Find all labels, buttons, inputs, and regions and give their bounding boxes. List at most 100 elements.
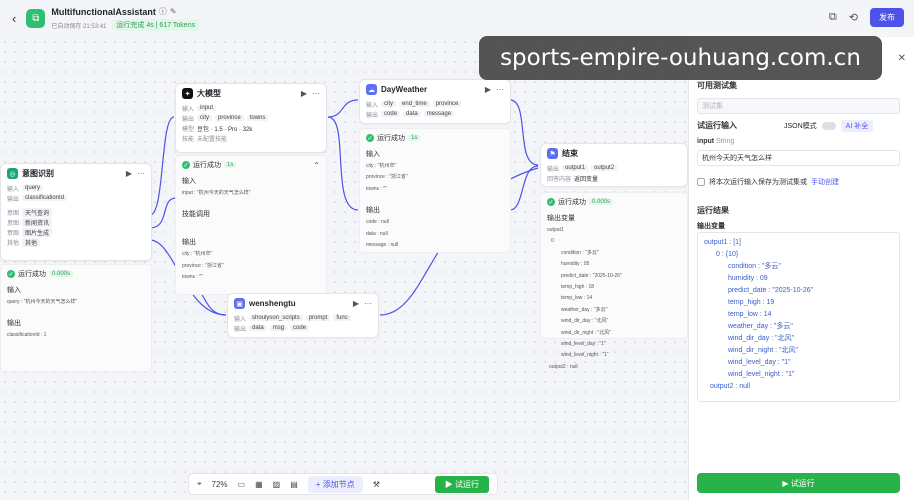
title-box: MultifunctionalAssistant ⓘ ✎ 已自动保存 21:53:4… [51, 6, 200, 31]
json-mode-toggle[interactable] [821, 122, 836, 130]
skill-title: 技能调用 [182, 211, 210, 219]
result-line: condition : "多云" [728, 263, 781, 270]
add-node-button[interactable]: + 添加节点 [307, 475, 363, 493]
pointer-icon[interactable]: ⌖ [197, 479, 202, 489]
back-icon[interactable]: ‹ [12, 11, 16, 26]
result-line: temp_low : 14 [728, 311, 772, 318]
input-label: 输入 [234, 316, 247, 323]
run-time: 1s [224, 162, 237, 168]
image-icon[interactable]: ▨ [273, 480, 281, 489]
node-title: 意图识别 [22, 169, 54, 178]
run-status: 运行成功 [558, 199, 586, 206]
more-icon[interactable]: ··· [312, 89, 320, 98]
result-line: wind_dir_night : "北风" [728, 347, 798, 354]
close-icon[interactable]: ✕ [898, 53, 906, 64]
result-line: predict_date : "2025-10-26" [728, 287, 814, 294]
output-value: weather_day : "多云" [561, 306, 608, 313]
test-run-panel: ✕ 可用测试集 测试集 试运行输入 JSON模式 AI 补全 input Str… [688, 37, 914, 500]
success-icon: ✓ [7, 270, 15, 278]
result-tree: output1 : [1] 0 : {10} condition : "多云" hum… [697, 232, 900, 402]
zoom-level[interactable]: 72% [212, 480, 228, 489]
run-time: 1s [408, 135, 421, 141]
output-value: wind_dir_night : "北风" [561, 329, 611, 336]
more-icon[interactable]: ··· [364, 299, 372, 308]
output-value: output2 : null [549, 363, 578, 370]
output-label: 输出 [547, 166, 560, 173]
output-value: condition : "多云" [561, 249, 599, 256]
llm-result-panel: ✓ 运行成功 1s ⌃ 输入 input : "杭州今天的天气怎么样" 技能调用 输出… [175, 155, 327, 295]
output-title: 输出变量 [697, 223, 725, 230]
intent-icon: ◎ [7, 168, 18, 179]
input-value: province : "浙江省" [366, 174, 408, 181]
result-line: wind_level_night : "1" [728, 371, 795, 378]
option-label: 意图 [7, 220, 20, 227]
output-value: city : "杭州市" [182, 251, 213, 258]
run-status: 运行成功 [193, 162, 221, 169]
node-intent[interactable]: ◎ 意图识别 ▶ ··· 输入 query 输出 classificationId 意图天… [0, 163, 152, 261]
app-logo-icon: ⧉ [26, 9, 46, 28]
history-icon[interactable]: ⟲ [849, 11, 858, 24]
node-dayweather[interactable]: ☁ DayWeather ▶ ··· 输入 city end_time province 输… [359, 79, 511, 124]
output-value: message : null [366, 242, 399, 249]
input-value: query : "杭州今天的天气怎么样" [7, 299, 78, 305]
comment-icon[interactable]: ▭ [238, 480, 246, 489]
more-icon[interactable]: ··· [137, 169, 145, 178]
run-icon[interactable]: ▶ [126, 169, 132, 178]
output-chip: output1 [562, 165, 589, 171]
input-title: 试运行输入 [697, 121, 737, 130]
output-chip: data [249, 325, 267, 331]
result-line: weather_day : "多云" [728, 323, 793, 330]
test-run-button[interactable]: ▶ 试运行 [697, 473, 900, 493]
node-end[interactable]: ⚑ 结束 输出 output1 output2 回答内容 返回变量 [540, 143, 688, 187]
collapse-icon[interactable]: ⌃ [313, 161, 320, 170]
save-checkbox[interactable] [697, 178, 705, 186]
tool-icon[interactable]: ⚒ [373, 480, 380, 489]
output-value: humidity : 05 [561, 261, 590, 268]
toolbar-run-button[interactable]: ▶ 试运行 [434, 475, 489, 493]
output-chip: city [197, 115, 213, 121]
info-icon[interactable]: ⓘ [159, 6, 167, 17]
output-value: temp_high : 18 [561, 284, 595, 291]
success-icon: ✓ [547, 198, 555, 206]
output-value: output1 [547, 227, 564, 233]
return-label: 回答内容 [547, 176, 572, 183]
output-value: classificationId : 1 [7, 332, 47, 339]
result-line: temp_high : 19 [728, 299, 775, 306]
save-label: 将本次运行输入保存为测试集或 [709, 179, 807, 186]
ai-complete-button[interactable]: AI 补全 [840, 120, 874, 132]
output-chip: msg [269, 325, 288, 331]
result-line: wind_dir_day : "北风" [728, 335, 795, 342]
manual-create-link[interactable]: 手动创建 [811, 177, 839, 187]
result-line: wind_level_day : "1" [728, 359, 791, 366]
play-icon: ▶ [782, 478, 791, 488]
weather-result-panel: ✓ 运行成功 1s 输入 city : "杭州市" province : "浙江省"… [359, 128, 511, 253]
input-title: 输入 [7, 287, 21, 294]
node-llm[interactable]: ✦ 大模型 ▶ ··· 输入 input 输出 city province towns 模型豆… [175, 83, 327, 153]
run-icon[interactable]: ▶ [301, 89, 307, 98]
output-chip: code [381, 111, 401, 117]
copy-icon[interactable]: ⧉ [829, 11, 837, 24]
app: ‹ ⧉ MultifunctionalAssistant ⓘ ✎ 已自动保存 21:… [0, 0, 914, 500]
publish-button[interactable]: 发布 [870, 8, 904, 27]
run-icon[interactable]: ▶ [353, 299, 359, 308]
edit-icon[interactable]: ✎ [170, 7, 177, 16]
layout-icon[interactable]: ▤ [290, 480, 298, 489]
grid-icon[interactable]: ▦ [255, 480, 263, 489]
output-chip: code [290, 325, 310, 331]
return-value: 返回变量 [574, 176, 599, 183]
node-title: wenshengtu [249, 299, 296, 308]
test-run-label: 试运行 [790, 478, 815, 488]
output-label: 输出 [7, 196, 20, 203]
field-type: String [716, 138, 735, 145]
more-icon[interactable]: ··· [496, 85, 504, 94]
result-line: 0 : {10} [716, 251, 739, 258]
node-wenshengtu[interactable]: ▣ wenshengtu ▶ ··· 输入 shoulyson_scripts promp… [227, 293, 379, 338]
testset-label: 可用测试集 [697, 81, 737, 90]
input-chip: province [432, 101, 462, 107]
run-icon[interactable]: ▶ [485, 85, 491, 94]
bottom-toolbar: ⌖ 72% ▭ ▦ ▨ ▤ + 添加节点 ⚒ ▶ 试运行 [188, 473, 498, 495]
input-field[interactable]: 杭州今天的天气怎么样 [697, 150, 900, 166]
testset-select[interactable]: 测试集 [697, 98, 900, 114]
watermark: sports-empire-ouhuang.com.cn [479, 36, 882, 80]
input-chip: end_time [399, 101, 430, 107]
